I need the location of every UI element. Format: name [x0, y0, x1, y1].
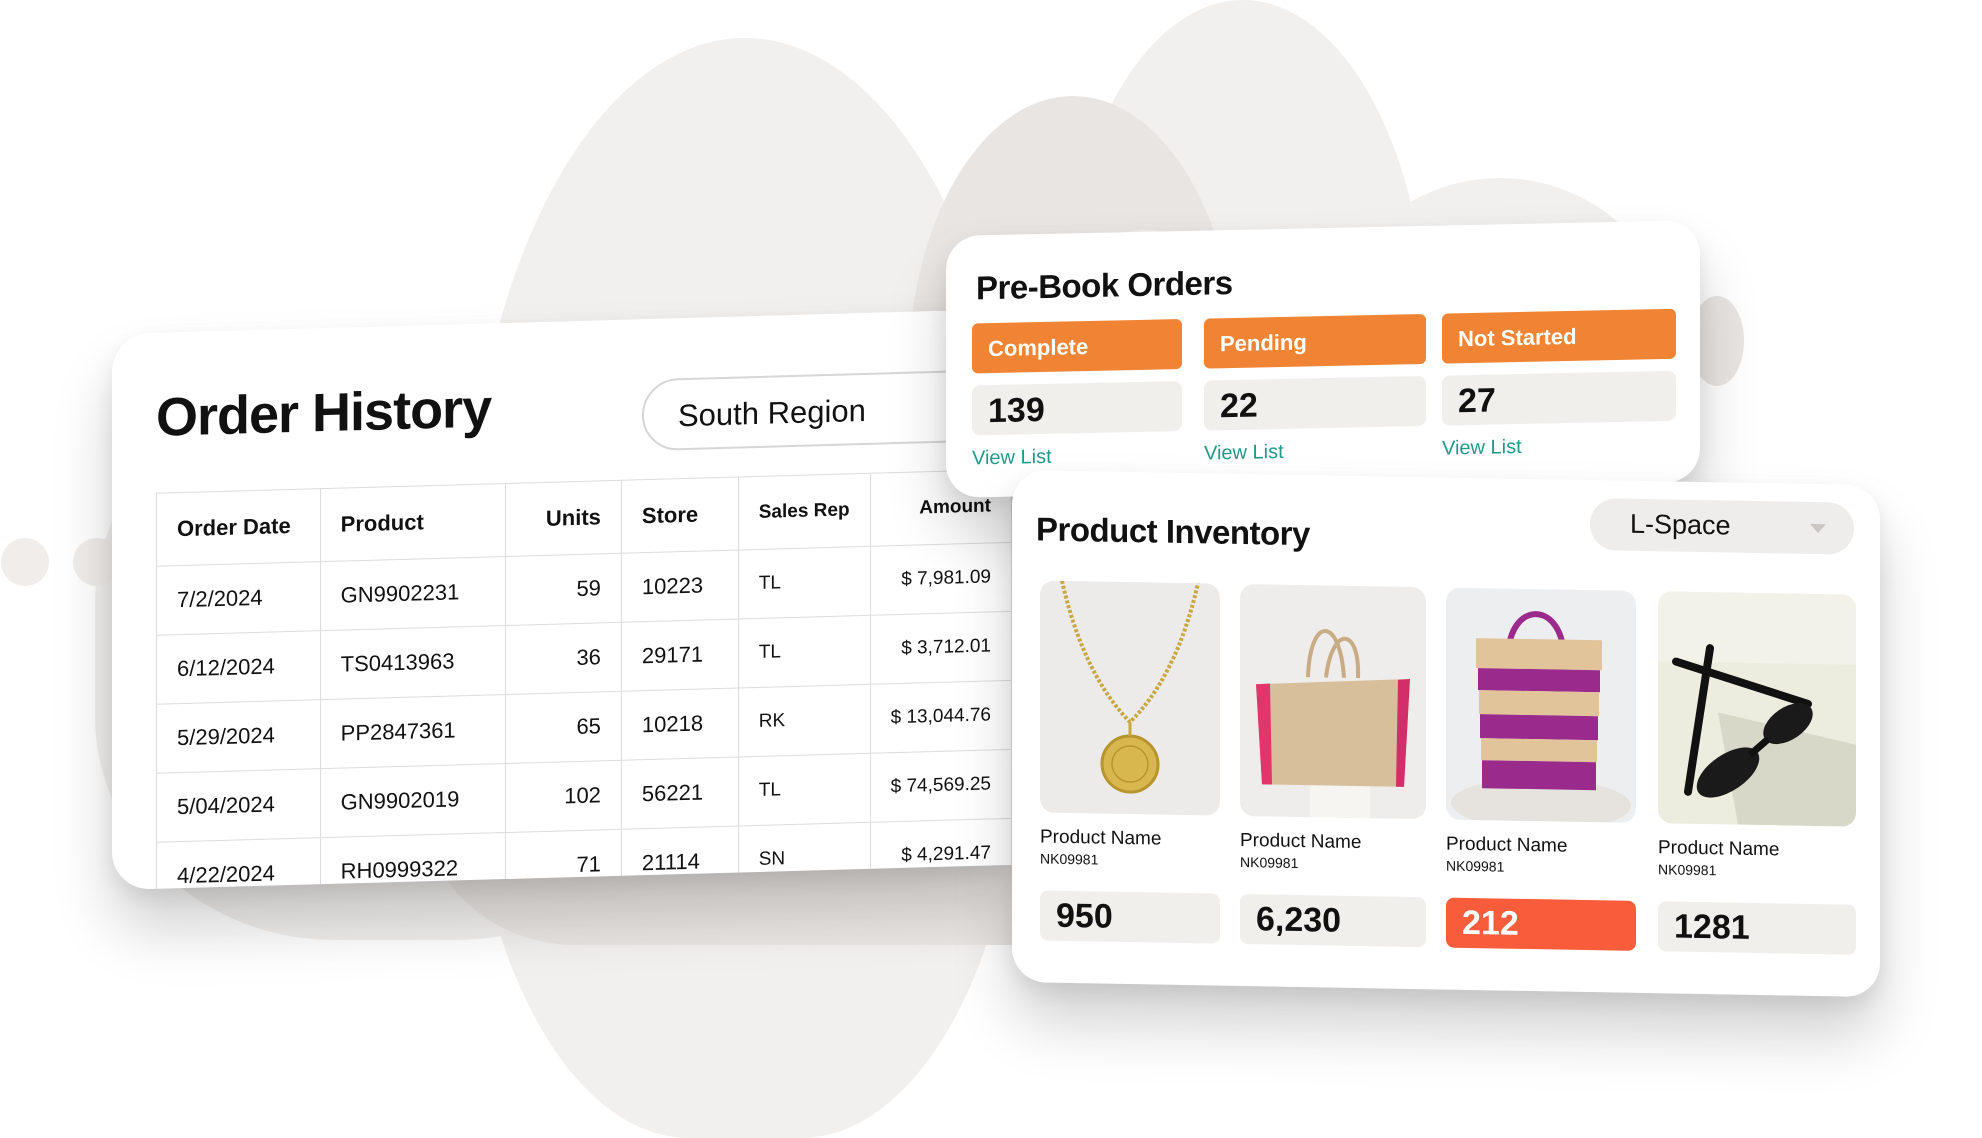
status-not-started: Not Started 27 View List	[1442, 308, 1676, 461]
product-quantity: 6,230	[1240, 893, 1426, 948]
order-history-card: Order History South Region Order Date Pr…	[112, 308, 1012, 890]
product-name: Product Name	[1240, 829, 1362, 854]
cell-store: 10223	[621, 550, 739, 623]
cell-order-date: 6/12/2024	[156, 630, 321, 705]
product-name: Product Name	[1446, 833, 1568, 857]
product-sku: NK09981	[1446, 857, 1505, 875]
product-sku: NK09981	[1040, 850, 1099, 868]
order-history-table: Order Date Product Units Store Sales Rep…	[156, 469, 1012, 890]
status-count: 22	[1204, 375, 1426, 431]
product-card[interactable]: Product Name NK09981 6,230	[1240, 583, 1426, 948]
status-label: Complete	[972, 319, 1182, 374]
store-select[interactable]: L-Space	[1590, 498, 1854, 555]
product-card[interactable]: Product Name NK09981 1281	[1658, 591, 1856, 955]
column-header-product[interactable]: Product	[320, 483, 506, 562]
cell-amount: $ 3,712.01	[870, 611, 1012, 685]
cell-units: 59	[505, 553, 622, 626]
product-inventory-card: Product Inventory L-Space Product Name N…	[1012, 470, 1880, 998]
cell-product: GN9902019	[320, 763, 506, 838]
product-sku: NK09981	[1240, 853, 1299, 871]
cell-order-date: 5/04/2024	[156, 768, 321, 843]
status-count: 139	[972, 381, 1182, 436]
status-label: Pending	[1204, 313, 1426, 369]
product-card[interactable]: Product Name NK09981 212	[1446, 587, 1636, 951]
cell-units: 102	[505, 760, 622, 833]
prebook-orders-title: Pre-Book Orders	[976, 263, 1233, 307]
cell-store: 29171	[621, 619, 739, 692]
product-sku: NK09981	[1658, 861, 1717, 879]
status-count: 27	[1442, 370, 1676, 426]
product-quantity-alert: 212	[1446, 897, 1636, 951]
cell-store: 10218	[621, 688, 739, 761]
status-label: Not Started	[1442, 308, 1676, 364]
product-inventory-title: Product Inventory	[1036, 510, 1310, 553]
cell-units: 36	[505, 622, 622, 695]
cell-store: 56221	[621, 757, 739, 830]
store-select-value: L-Space	[1630, 508, 1731, 541]
view-list-link[interactable]: View List	[1204, 441, 1284, 466]
cell-product: TS0413963	[320, 625, 506, 700]
column-header-store[interactable]: Store	[621, 477, 739, 554]
chevron-down-icon	[1810, 523, 1826, 534]
cell-sales-rep: TL	[738, 753, 871, 827]
cell-order-date: 7/2/2024	[156, 561, 321, 636]
product-name: Product Name	[1040, 826, 1162, 850]
cell-product: PP2847361	[320, 694, 506, 769]
order-history-title: Order History	[156, 378, 492, 448]
cell-amount: $ 7,981.09	[870, 542, 1012, 616]
cell-product: GN9902231	[320, 556, 506, 631]
view-list-link[interactable]: View List	[972, 446, 1052, 471]
product-name: Product Name	[1658, 837, 1780, 861]
column-header-units[interactable]: Units	[505, 480, 622, 557]
cell-order-date: 5/29/2024	[156, 699, 321, 774]
cell-units: 65	[505, 691, 622, 764]
product-card[interactable]: Product Name NK09981 950	[1040, 580, 1220, 944]
product-quantity: 950	[1040, 890, 1220, 944]
status-pending: Pending 22 View List	[1204, 313, 1426, 466]
cell-sales-rep: RK	[738, 684, 871, 758]
status-complete: Complete 139 View List	[972, 319, 1182, 470]
cell-amount: $ 13,044.76	[870, 680, 1012, 754]
cell-sales-rep: TL	[738, 615, 871, 689]
cell-order-date: 4/22/2024	[156, 837, 321, 890]
sunglasses-image	[1658, 591, 1856, 827]
cell-sales-rep: TL	[738, 546, 871, 620]
straw-tote-image	[1240, 583, 1426, 820]
decorative-dot	[1, 538, 49, 586]
gold-necklace-image	[1040, 580, 1220, 816]
striped-basket-bag-image	[1446, 587, 1636, 823]
prebook-orders-card: Pre-Book Orders Complete 139 View List P…	[946, 220, 1700, 499]
column-header-sales-rep[interactable]: Sales Rep	[738, 473, 871, 551]
product-quantity: 1281	[1658, 901, 1856, 955]
view-list-link[interactable]: View List	[1442, 436, 1522, 461]
cell-amount: $ 74,569.25	[870, 749, 1012, 823]
column-header-order-date[interactable]: Order Date	[156, 488, 321, 567]
